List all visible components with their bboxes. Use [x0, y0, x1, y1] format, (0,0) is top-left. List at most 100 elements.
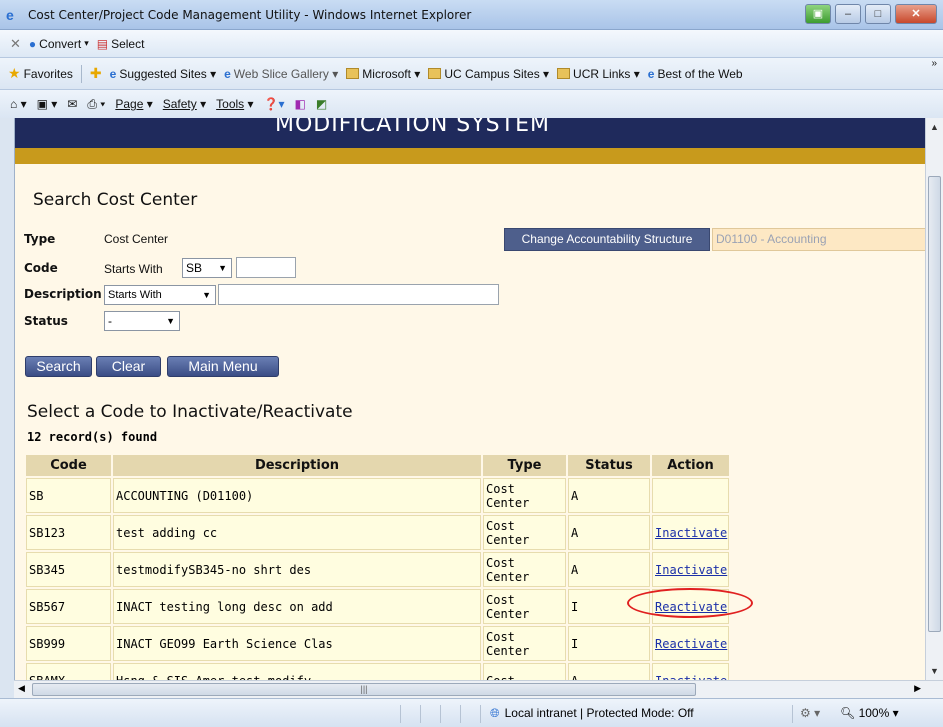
codes-table: Code Description Type Status Action SB AC…: [24, 453, 731, 680]
type-value: Cost Center: [104, 232, 169, 246]
research-icon[interactable]: ◩: [316, 97, 327, 111]
vertical-scroll-thumb[interactable]: [928, 176, 941, 632]
status-cell: I: [568, 626, 650, 661]
app-banner: MODIFICATION SYSTEM: [15, 118, 925, 148]
scroll-down-icon[interactable]: ▼: [926, 662, 943, 680]
favorites-label: Favorites: [23, 66, 73, 81]
chevron-down-icon: ▾: [84, 38, 89, 48]
inactivate-link[interactable]: Inactivate: [655, 563, 727, 577]
home-icon[interactable]: ⌂ ▾: [10, 97, 27, 111]
fav-link-label: Suggested Sites ▾: [119, 66, 217, 81]
ie-page-icon: e: [647, 66, 655, 81]
divider: [400, 705, 401, 723]
safety-menu[interactable]: Safety ▾: [163, 97, 206, 111]
command-bar: ✕ ● Convert ▾ ▤ Select: [0, 30, 943, 58]
window-title-bar: e Cost Center/Project Code Management Ut…: [0, 0, 943, 30]
scroll-right-icon[interactable]: ▶: [914, 683, 921, 694]
code-prefix-value: SB: [186, 261, 203, 275]
chevron-down-icon: ▼: [202, 290, 211, 300]
window-title: Cost Center/Project Code Management Util…: [28, 7, 472, 22]
compat-view-icon[interactable]: ▣: [805, 4, 831, 24]
protected-mode-icon[interactable]: ⚙ ▾: [800, 706, 820, 720]
table-row: SB ACCOUNTING (D01100) Cost Center A: [26, 478, 729, 513]
security-zone[interactable]: 🌐︎ Local intranet | Protected Mode: Off: [490, 706, 694, 721]
globe-icon: 🌐︎: [490, 705, 500, 720]
vertical-scrollbar[interactable]: ▲ ▼: [925, 118, 943, 680]
horizontal-scrollbar[interactable]: ◀ ||| ▶: [14, 680, 943, 698]
action-cell: Inactivate: [652, 515, 729, 550]
fav-link-label: Web Slice Gallery ▾: [233, 66, 339, 81]
code-cell: SBAMX: [26, 663, 111, 680]
convert-button[interactable]: ● Convert ▾: [29, 37, 89, 51]
convert-label: Convert: [39, 36, 82, 51]
divider: [480, 705, 481, 723]
description-match-select[interactable]: Starts With ▼: [104, 285, 216, 305]
chevron-down-icon: ▼: [166, 316, 175, 326]
clear-button[interactable]: Clear: [96, 356, 161, 377]
col-header-description: Description: [113, 455, 481, 476]
ie-logo-icon: e: [6, 6, 14, 23]
action-cell: [652, 478, 729, 513]
close-button[interactable]: ✕: [895, 4, 937, 24]
fav-link-web-slice-gallery[interactable]: e Web Slice Gallery ▾: [224, 67, 338, 81]
code-input[interactable]: [236, 257, 296, 278]
chevron-down-icon: ▼: [218, 263, 227, 273]
divider: [792, 705, 793, 723]
type-cell: Cost Center: [483, 515, 566, 550]
print-icon[interactable]: ⎙ ▾: [87, 97, 105, 112]
add-favorite-button[interactable]: ✚: [90, 65, 102, 82]
scroll-up-icon[interactable]: ▲: [926, 118, 943, 136]
zoom-text: 100%: [858, 706, 890, 720]
code-cell: SB999: [26, 626, 111, 661]
maximize-button[interactable]: □: [865, 4, 891, 24]
star-icon: ★: [8, 65, 21, 81]
page-content: MODIFICATION SYSTEM Search Cost Center T…: [14, 118, 925, 680]
status-bar: 🌐︎ Local intranet | Protected Mode: Off …: [0, 698, 943, 727]
ie-page-icon: e: [224, 66, 231, 81]
window-controls: ▣ – □ ✕: [805, 4, 937, 24]
favorites-overflow-button[interactable]: »: [931, 58, 937, 69]
action-cell: Inactivate: [652, 552, 729, 587]
fav-link-microsoft[interactable]: Microsoft ▾: [346, 67, 420, 81]
tools-menu[interactable]: Tools ▾: [216, 97, 253, 111]
action-cell: Inactivate: [652, 663, 729, 680]
scroll-left-icon[interactable]: ◀: [18, 683, 25, 694]
onenote-icon[interactable]: ◧: [294, 97, 305, 111]
code-cell: SB123: [26, 515, 111, 550]
fav-link-ucr-links[interactable]: UCR Links ▾: [557, 67, 640, 81]
folder-icon: [557, 68, 571, 79]
help-icon[interactable]: ❓▾: [264, 97, 285, 111]
fav-link-suggested-sites[interactable]: e Suggested Sites ▾: [110, 67, 216, 81]
tools-menu-label: Tools: [216, 97, 245, 111]
status-select[interactable]: - ▼: [104, 311, 180, 331]
description-input[interactable]: [218, 284, 499, 305]
zoom-control[interactable]: 🔍︎ 100% ▾: [840, 706, 899, 720]
minimize-button[interactable]: –: [835, 4, 861, 24]
type-cell: Cost Center: [483, 478, 566, 513]
feeds-icon[interactable]: ▣ ▾: [37, 97, 58, 111]
description-cell: testmodifySB345-no shrt des: [113, 552, 481, 587]
description-cell: test adding cc: [113, 515, 481, 550]
code-prefix-select[interactable]: SB ▼: [182, 258, 232, 278]
horizontal-scroll-thumb[interactable]: |||: [32, 683, 696, 696]
divider: [460, 705, 461, 723]
select-button[interactable]: ▤ Select: [97, 37, 145, 51]
type-cell: Cost Center: [483, 552, 566, 587]
favorites-button[interactable]: ★ Favorites: [8, 65, 73, 82]
divider: [80, 64, 82, 83]
records-found: 12 record(s) found: [27, 430, 158, 444]
close-toolbar-icon[interactable]: ✕: [10, 36, 21, 52]
code-cell: SB567: [26, 589, 111, 624]
change-accountability-structure-button[interactable]: Change Accountability Structure: [504, 228, 710, 251]
mail-icon[interactable]: ✉: [67, 97, 77, 111]
reactivate-link[interactable]: Reactivate: [655, 637, 727, 651]
description-match-value: Starts With: [108, 289, 162, 301]
page-menu[interactable]: Page ▾: [115, 97, 152, 111]
fav-link-uc-campus-sites[interactable]: UC Campus Sites ▾: [428, 67, 549, 81]
fav-link-best-of-web[interactable]: e Best of the Web: [648, 67, 743, 81]
inactivate-link[interactable]: Inactivate: [655, 526, 727, 540]
select-code-title: Select a Code to Inactivate/Reactivate: [27, 402, 353, 422]
main-menu-button[interactable]: Main Menu: [167, 356, 279, 377]
code-cell: SB: [26, 478, 111, 513]
search-button[interactable]: Search: [25, 356, 92, 377]
